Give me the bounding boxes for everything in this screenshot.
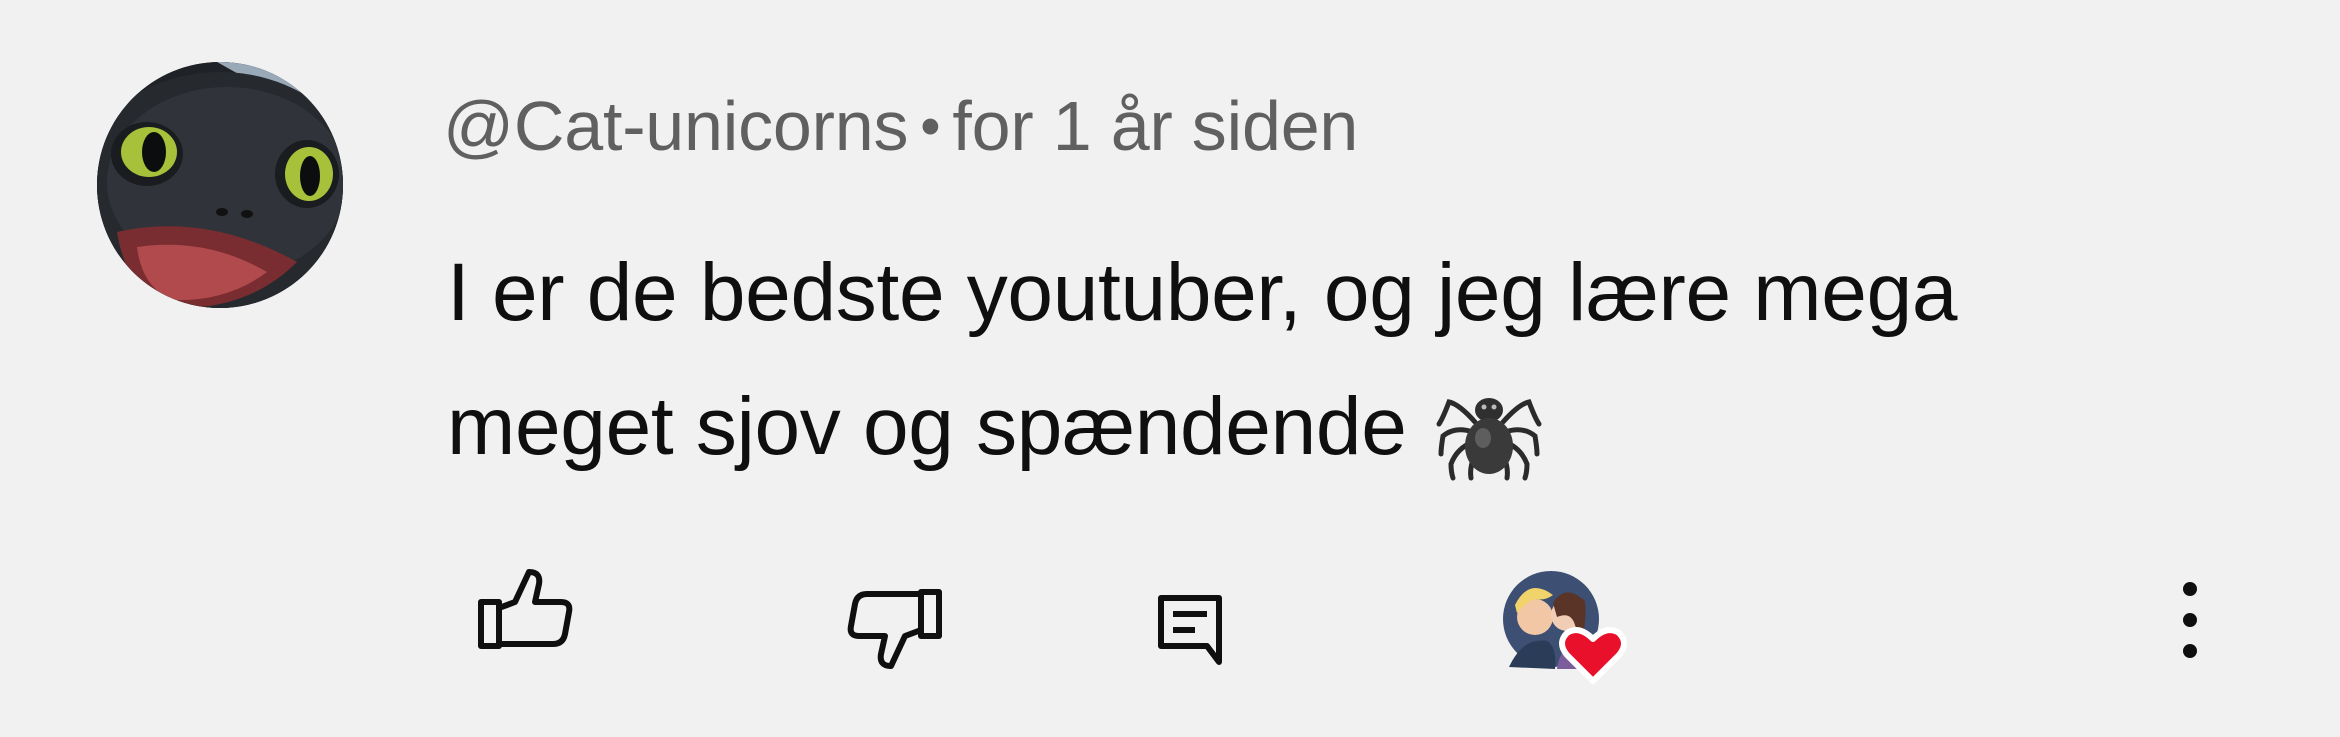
thumbs-down-icon [847, 589, 942, 669]
comment-text-line: I er de bedste youtuber, og jeg lære meg… [447, 226, 2247, 360]
spider-emoji-icon [1436, 398, 1542, 481]
comment-thread: @Cat-unicorns • for 1 år siden I er de b… [0, 0, 2340, 737]
dragon-avatar-icon [97, 62, 343, 308]
more-options-button[interactable] [2160, 565, 2220, 675]
reply-comment-icon [1158, 595, 1222, 665]
thumbs-up-icon [478, 569, 573, 649]
comment-text-line-2: meget sjov og spændende [447, 381, 1407, 472]
comment-header: @Cat-unicorns • for 1 år siden [443, 86, 1358, 166]
creator-heart-icon [1503, 571, 1627, 684]
author-avatar[interactable] [97, 62, 343, 308]
author-handle[interactable]: @Cat-unicorns [443, 86, 908, 166]
reply-button[interactable] [1140, 580, 1240, 680]
dislike-button[interactable] [840, 574, 950, 684]
comment-text-line: meget sjov og spændende [447, 360, 2247, 494]
like-button[interactable] [470, 554, 580, 664]
header-separator: • [920, 93, 941, 159]
comment-text: I er de bedste youtuber, og jeg lære meg… [447, 226, 2247, 494]
more-vertical-icon [2183, 582, 2197, 658]
creator-heart-badge[interactable] [1495, 565, 1635, 685]
comment-timestamp[interactable]: for 1 år siden [952, 86, 1358, 166]
comment-text-line-1: I er de bedste youtuber, og jeg lære meg… [447, 247, 1958, 338]
